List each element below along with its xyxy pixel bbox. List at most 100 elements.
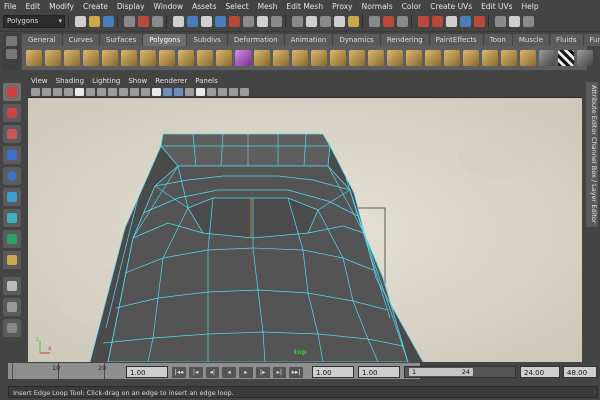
reduce-icon[interactable] (349, 50, 365, 66)
menu-proxy[interactable]: Proxy (332, 2, 353, 11)
panel-menu-view[interactable]: View (31, 77, 48, 85)
separate-icon[interactable] (273, 50, 289, 66)
shelf-menu-icon[interactable] (6, 36, 17, 46)
render-settings-icon[interactable] (446, 16, 457, 27)
wireframe-on-shaded-icon[interactable] (174, 87, 183, 96)
tab-attribute-editor[interactable]: Attribute Editor (586, 82, 598, 139)
merge-icon[interactable] (501, 50, 517, 66)
extrude-icon[interactable] (387, 50, 403, 66)
booleans-icon[interactable] (311, 50, 327, 66)
tab-toon[interactable]: Toon (483, 34, 512, 46)
move-tool-button[interactable] (3, 146, 21, 164)
mask-dynamic-icon[interactable] (243, 16, 254, 27)
lasso-tool-button[interactable] (3, 104, 21, 122)
menu-window[interactable]: Window (154, 2, 184, 11)
viewport-canvas[interactable]: x z (28, 98, 582, 362)
step-forward-key-button[interactable]: |▸ (255, 366, 270, 378)
poly-cone-icon[interactable] (83, 50, 99, 66)
panel-menu-show[interactable]: Show (128, 77, 147, 85)
save-scene-icon[interactable] (103, 16, 114, 27)
open-scene-icon[interactable] (89, 16, 100, 27)
show-manipulator-button[interactable] (3, 251, 21, 269)
poly-helix-icon[interactable] (197, 50, 213, 66)
soft-modification-button[interactable] (3, 230, 21, 248)
construction-history-icon[interactable] (397, 16, 408, 27)
xray-icon[interactable] (229, 87, 238, 96)
play-forwards-button[interactable]: ▸ (239, 366, 253, 378)
gate-mask-icon[interactable] (108, 87, 117, 96)
resolution-gate-icon[interactable] (97, 87, 106, 96)
output-ops-icon[interactable] (383, 16, 394, 27)
xray-joints-icon[interactable] (240, 87, 249, 96)
select-object-icon[interactable] (138, 16, 149, 27)
tab-painteffects[interactable]: PaintEffects (429, 34, 483, 46)
tab-curves[interactable]: Curves (62, 34, 99, 46)
make-live-icon[interactable] (348, 16, 359, 27)
wireframe-icon[interactable] (152, 87, 161, 96)
menu-help[interactable]: Help (522, 2, 539, 11)
step-back-key-button[interactable]: ◂| (205, 366, 220, 378)
menu-mesh[interactable]: Mesh (258, 2, 278, 11)
menu-normals[interactable]: Normals (362, 2, 393, 11)
animation-end-field[interactable]: 48.00 (563, 366, 597, 378)
menu-set-dropdown[interactable]: Polygons (3, 15, 65, 28)
mask-handle-icon[interactable] (173, 16, 184, 27)
range-slider-handle[interactable]: 1 24 (409, 368, 473, 376)
play-backwards-button[interactable]: ◂ (222, 366, 236, 378)
safe-action-icon[interactable] (130, 87, 139, 96)
image-plane-icon[interactable] (64, 87, 73, 96)
uv-texture-editor-icon[interactable] (558, 50, 574, 66)
mask-surface-icon[interactable] (215, 16, 226, 27)
tab-channel-box-layer-editor[interactable]: Channel Box / Layer Editor (586, 134, 598, 227)
animation-start-field[interactable]: 1.00 (312, 366, 354, 378)
tab-subdivs[interactable]: Subdivs (187, 34, 227, 46)
paint-select-tool-button[interactable] (3, 125, 21, 143)
menu-assets[interactable]: Assets (192, 2, 216, 11)
toggle-channel-box-icon[interactable] (523, 16, 534, 27)
insert-edge-loop-icon[interactable] (444, 50, 460, 66)
snap-point-icon[interactable] (320, 16, 331, 27)
viewport-panel[interactable]: x z top (28, 98, 582, 362)
poly-pyramid-icon[interactable] (159, 50, 175, 66)
snap-curve-icon[interactable] (306, 16, 317, 27)
menu-select[interactable]: Select (226, 2, 249, 11)
render-frame-icon[interactable] (418, 16, 429, 27)
poly-torus-icon[interactable] (121, 50, 137, 66)
poly-prism-icon[interactable] (140, 50, 156, 66)
tab-general[interactable]: General (22, 34, 62, 46)
poly-cylinder-icon[interactable] (64, 50, 80, 66)
wedge-icon[interactable] (520, 50, 536, 66)
menu-modify[interactable]: Modify (49, 2, 74, 11)
single-perspective-layout-button[interactable] (3, 277, 21, 295)
hypershade-icon[interactable] (460, 16, 471, 27)
platonic-solid-icon[interactable] (235, 50, 251, 66)
bookmarks-icon[interactable] (53, 87, 62, 96)
toggle-attribute-editor-icon[interactable] (495, 16, 506, 27)
bevel-icon[interactable] (482, 50, 498, 66)
smooth-shade-icon[interactable] (163, 87, 172, 96)
mask-joint-icon[interactable] (187, 16, 198, 27)
step-forward-frame-button[interactable]: ▸| (272, 366, 287, 378)
go-to-start-button[interactable]: |◂◂ (172, 366, 186, 378)
tab-fur[interactable]: Fur (583, 34, 600, 46)
smooth-icon[interactable] (330, 50, 346, 66)
isolate-select-icon[interactable] (218, 87, 227, 96)
rotate-tool-button[interactable] (3, 167, 21, 185)
combine-icon[interactable] (254, 50, 270, 66)
bridge-icon[interactable] (406, 50, 422, 66)
poly-plane-icon[interactable] (102, 50, 118, 66)
snap-view-plane-icon[interactable] (334, 16, 345, 27)
sculpt-geometry-icon[interactable] (539, 50, 555, 66)
current-time-field[interactable]: 1.00 (126, 366, 168, 378)
ipr-render-icon[interactable] (432, 16, 443, 27)
tab-animation[interactable]: Animation (284, 34, 333, 46)
textured-icon[interactable] (185, 87, 194, 96)
input-ops-icon[interactable] (369, 16, 380, 27)
panel-menu-lighting[interactable]: Lighting (92, 77, 120, 85)
mask-deform-icon[interactable] (229, 16, 240, 27)
camera-select-icon[interactable] (31, 87, 40, 96)
step-back-frame-button[interactable]: |◂ (188, 366, 203, 378)
menu-color[interactable]: Color (402, 2, 422, 11)
shelf-tabs-icon[interactable] (6, 49, 17, 59)
snap-grid-icon[interactable] (292, 16, 303, 27)
